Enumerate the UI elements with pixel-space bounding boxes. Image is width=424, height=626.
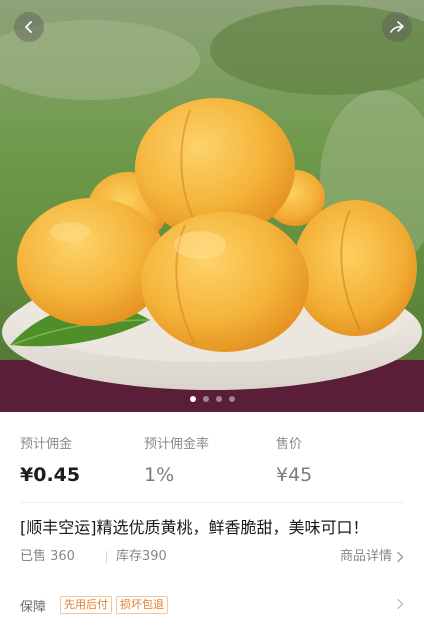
peach-photo — [0, 0, 424, 412]
stat-commission-rate: 预计佣金率 1% — [144, 436, 209, 488]
product-detail-link[interactable]: 商品详情 — [340, 547, 404, 567]
stat-commission: 预计佣金 ¥0.45 — [20, 436, 80, 488]
back-button[interactable] — [14, 12, 44, 42]
carousel-indicator — [0, 396, 424, 402]
share-arrow-icon — [390, 21, 404, 33]
meta-separator — [106, 551, 107, 563]
divider — [20, 502, 404, 503]
stat-label: 预计佣金率 — [144, 437, 210, 452]
carousel-dot[interactable] — [202, 396, 209, 402]
stat-label: 预计佣金 — [20, 437, 73, 452]
stat-label: 售价 — [276, 437, 303, 452]
detail-link-label: 商品详情 — [339, 549, 392, 564]
chevron-right-icon — [397, 551, 404, 563]
stat-value: 1% — [144, 464, 175, 486]
carousel-dot[interactable] — [215, 396, 222, 402]
stat-price: 售价 ¥45 — [276, 436, 312, 488]
commission-stats: 预计佣金 ¥0.45 预计佣金率 1% 售价 ¥45 — [20, 436, 404, 492]
share-button[interactable] — [382, 12, 412, 42]
product-title: [顺丰空运]精选优质黄桃，鲜香脆甜，美味可口！ — [20, 518, 369, 537]
stat-value: ¥45 — [276, 464, 313, 486]
product-meta: 已售 360 库存390 商品详情 — [20, 547, 404, 567]
chevron-left-icon — [25, 21, 32, 33]
stock-count: 库存390 — [116, 549, 167, 564]
stat-value: ¥0.45 — [20, 464, 81, 486]
guarantee-row[interactable]: 保障 先用后付 损坏包退 — [20, 594, 404, 616]
carousel-dot[interactable] — [189, 396, 196, 402]
chevron-right-icon — [397, 598, 404, 610]
guarantee-label: 保障 — [20, 599, 47, 615]
sold-count: 已售 360 — [20, 549, 75, 564]
product-image-carousel[interactable] — [0, 0, 424, 412]
guarantee-tag-pay-later: 先用后付 — [60, 596, 113, 614]
guarantee-tag-damage-refund: 损坏包退 — [116, 596, 169, 614]
carousel-dot[interactable] — [228, 396, 235, 402]
